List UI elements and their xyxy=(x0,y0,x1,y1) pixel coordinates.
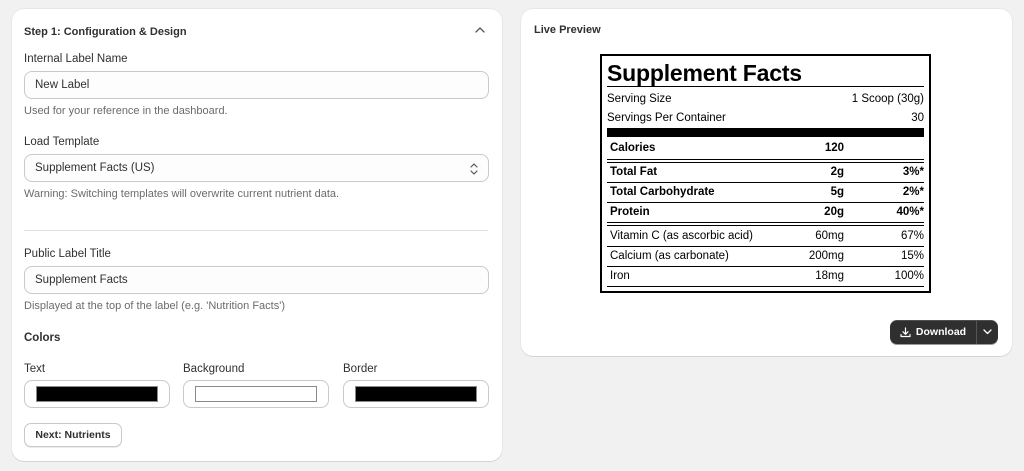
label-rule xyxy=(607,286,924,287)
border-color-swatch xyxy=(355,386,477,402)
nutrient-dv: 3%* xyxy=(902,166,924,178)
nutrient-name: Total Carbohydrate xyxy=(610,186,715,198)
label-rule xyxy=(607,162,924,163)
public-title-help: Displayed at the top of the label (e.g. … xyxy=(24,300,285,312)
servings-per-container-value: 30 xyxy=(911,112,924,124)
serving-size-label: Serving Size xyxy=(607,93,672,105)
background-color-label: Background xyxy=(183,363,245,375)
nutrient-name: Total Fat xyxy=(610,166,658,178)
calories-value: 120 xyxy=(824,142,844,154)
download-options-toggle[interactable] xyxy=(976,320,998,344)
label-rule xyxy=(607,225,924,226)
public-label-title-value: Supplement Facts xyxy=(35,274,128,286)
template-warning: Warning: Switching templates will overwr… xyxy=(24,188,340,200)
label-rule xyxy=(607,266,924,267)
nutrient-dv: 2%* xyxy=(902,186,924,198)
nutrient-row-calcium: Calcium (as carbonate) 200mg 15% xyxy=(607,250,924,262)
internal-label-name-label: Internal Label Name xyxy=(24,53,128,65)
label-rule xyxy=(607,202,924,203)
load-template-label: Load Template xyxy=(24,136,100,148)
next-nutrients-button[interactable]: Next: Nutrients xyxy=(24,423,122,447)
serving-size-value: 1 Scoop (30g) xyxy=(851,93,924,105)
public-label-title-label: Public Label Title xyxy=(24,248,111,260)
nutrient-dv: 100% xyxy=(894,270,924,282)
text-color-label: Text xyxy=(24,363,46,375)
public-label-title-input[interactable]: Supplement Facts xyxy=(24,266,489,294)
nutrient-name: Vitamin C (as ascorbic acid) xyxy=(610,230,753,242)
serving-size-row: Serving Size 1 Scoop (30g) xyxy=(607,93,924,105)
download-button[interactable]: Download xyxy=(890,320,976,344)
nutrient-amount: 60mg xyxy=(815,230,844,242)
border-color-picker[interactable] xyxy=(343,380,489,408)
nutrient-amount: 20g xyxy=(824,206,844,218)
configuration-card: Step 1: Configuration & Design Internal … xyxy=(12,9,502,461)
nutrient-amount: 18mg xyxy=(815,270,844,282)
internal-label-name-input[interactable]: New Label xyxy=(24,71,489,99)
load-template-value: Supplement Facts (US) xyxy=(35,162,155,174)
label-thick-rule xyxy=(607,128,924,137)
select-arrows-icon xyxy=(469,162,479,176)
background-color-picker[interactable] xyxy=(183,380,329,408)
chevron-up-icon[interactable] xyxy=(473,23,487,37)
calories-label: Calories xyxy=(610,142,656,154)
load-template-select[interactable]: Supplement Facts (US) xyxy=(24,154,489,182)
card-title: Step 1: Configuration & Design xyxy=(24,26,187,38)
text-color-swatch xyxy=(36,386,158,402)
internal-label-name-value: New Label xyxy=(35,79,90,91)
nutrient-amount: 2g xyxy=(830,166,844,178)
label-rule xyxy=(607,159,924,160)
chevron-down-icon xyxy=(983,329,992,335)
label-title: Supplement Facts xyxy=(607,60,802,86)
internal-label-help: Used for your reference in the dashboard… xyxy=(24,105,228,117)
download-label: Download xyxy=(915,326,967,338)
border-color-label: Border xyxy=(343,363,378,375)
label-rule xyxy=(607,246,924,247)
nutrient-amount: 5g xyxy=(830,186,844,198)
servings-per-container-label: Servings Per Container xyxy=(607,112,726,124)
nutrient-row-vitamin-c: Vitamin C (as ascorbic acid) 60mg 67% xyxy=(607,230,924,242)
supplement-facts-label: Supplement Facts Serving Size 1 Scoop (3… xyxy=(600,54,931,293)
nutrient-dv: 40%* xyxy=(896,206,925,218)
nutrient-amount: 200mg xyxy=(808,250,844,262)
label-rule xyxy=(607,86,924,87)
calories-dv xyxy=(844,142,924,154)
label-rule xyxy=(607,182,924,183)
download-button-group: Download xyxy=(890,320,998,344)
servings-per-container-row: Servings Per Container 30 xyxy=(607,112,924,124)
calories-row: Calories 120 xyxy=(607,142,924,154)
nutrient-dv: 15% xyxy=(900,250,924,262)
colors-heading: Colors xyxy=(24,332,61,344)
live-preview-card: Live Preview Supplement Facts Serving Si… xyxy=(521,9,1012,356)
nutrient-row-protein: Protein 20g 40%* xyxy=(607,206,924,218)
nutrient-row-fat: Total Fat 2g 3%* xyxy=(607,166,924,178)
background-color-swatch xyxy=(195,386,317,402)
download-icon xyxy=(900,326,911,338)
nutrient-name: Protein xyxy=(610,206,650,218)
nutrient-row-iron: Iron 18mg 100% xyxy=(607,270,924,282)
nutrient-name: Iron xyxy=(610,270,630,282)
section-divider xyxy=(24,230,488,231)
label-rule xyxy=(607,222,924,223)
text-color-picker[interactable] xyxy=(24,380,170,408)
nutrient-dv: 67% xyxy=(900,230,924,242)
preview-title: Live Preview xyxy=(534,24,601,36)
nutrient-name: Calcium (as carbonate) xyxy=(610,250,729,262)
nutrient-row-carbohydrate: Total Carbohydrate 5g 2%* xyxy=(607,186,924,198)
